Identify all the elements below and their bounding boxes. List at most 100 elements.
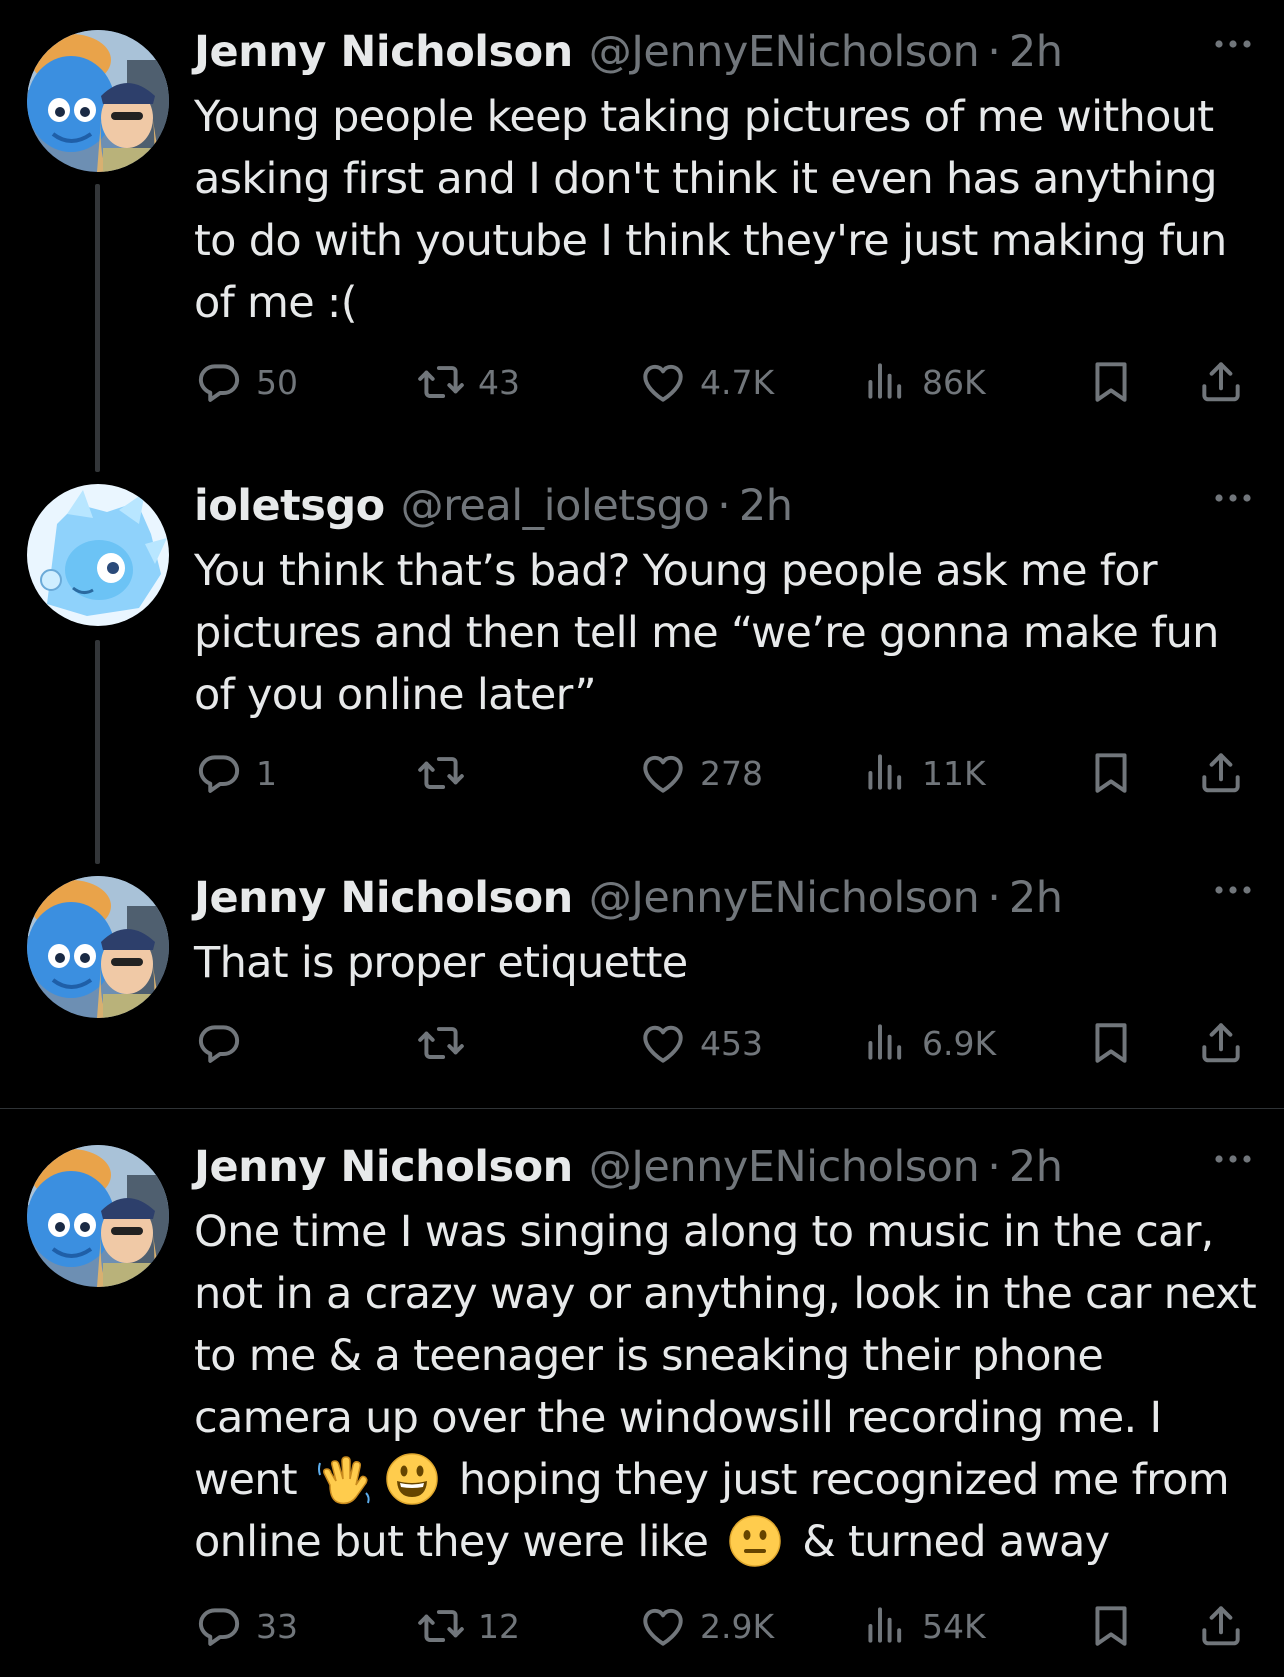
reply-button[interactable]: 1 [194,746,277,800]
bookmark-button[interactable] [1086,355,1136,409]
tweet[interactable]: ioletsgo @real_ioletsgo · 2h You think t… [0,450,1284,850]
separator-dot: · [717,481,731,531]
user-handle[interactable]: @JennyENicholson [589,1142,980,1192]
display-name[interactable]: Jenny Nicholson [194,27,573,77]
text-line: not in a crazy way or anything, look in … [194,1269,1257,1319]
share-button[interactable] [1196,355,1246,409]
views-chart-icon [860,1018,910,1068]
avatar[interactable] [27,30,169,172]
tweet[interactable]: Jenny Nicholson @JennyENicholson · 2h On… [0,1109,1284,1677]
views-chart-icon [860,1601,910,1651]
more-dots-icon[interactable] [1212,486,1254,510]
neutral-face-emoji [727,1513,783,1569]
separator-dot: · [987,27,1001,77]
view-count: 6.9K [922,1023,997,1063]
display-name[interactable]: ioletsgo [194,481,385,531]
views-button[interactable]: 86K [860,355,986,409]
text-line: online but they were like & turned away [194,1511,1272,1573]
tweet-header: Jenny Nicholson @JennyENicholson · 2h [194,1139,1260,1195]
timestamp[interactable]: 2h [1009,873,1063,923]
timestamp[interactable]: 2h [1009,27,1063,77]
retweet-button[interactable]: 12 [416,1599,520,1653]
tweet-text: Young people keep taking pictures of me … [194,92,1227,328]
bookmark-icon [1086,1018,1136,1068]
reply-count: 50 [256,362,298,402]
action-bar: 50 43 4.7K 86K [194,355,1264,409]
text-fragment: online but they were like [194,1517,709,1567]
share-icon [1196,1601,1246,1651]
user-handle[interactable]: @real_ioletsgo [401,481,710,531]
views-button[interactable]: 6.9K [860,1016,996,1070]
views-button[interactable]: 11K [860,746,986,800]
display-name[interactable]: Jenny Nicholson [194,1142,573,1192]
grinning-face-emoji [384,1451,440,1507]
avatar[interactable] [27,876,169,1018]
views-button[interactable]: 54K [860,1599,986,1653]
reply-count: 33 [256,1606,298,1646]
heart-icon [638,357,688,407]
share-button[interactable] [1196,1599,1246,1653]
text-fragment: hoping they just recognized me from [458,1455,1230,1505]
like-count: 453 [700,1023,763,1063]
more-dots-icon[interactable] [1212,1147,1254,1171]
reply-button[interactable]: 50 [194,355,298,409]
reply-button[interactable] [194,1016,256,1070]
timestamp[interactable]: 2h [739,481,793,531]
separator-dot: · [987,1142,1001,1192]
tweet-header: Jenny Nicholson @JennyENicholson · 2h [194,24,1260,80]
tweet[interactable]: Jenny Nicholson @JennyENicholson · 2h Th… [0,850,1284,1108]
retweet-icon [416,1018,466,1068]
like-button[interactable]: 278 [638,746,763,800]
reply-icon [194,357,244,407]
tweet-text: That is proper etiquette [194,938,688,988]
waving-hand-emoji [316,1451,372,1507]
like-button[interactable]: 453 [638,1016,763,1070]
bookmark-icon [1086,748,1136,798]
view-count: 86K [922,362,986,402]
text-line: to me & a teenager is sneaking their pho… [194,1331,1104,1381]
retweet-button[interactable] [416,1016,478,1070]
like-button[interactable]: 2.9K [638,1599,774,1653]
tweet-text: One time I was singing along to music in… [194,1201,1272,1573]
bookmark-button[interactable] [1086,1599,1136,1653]
share-button[interactable] [1196,1016,1246,1070]
text-fragment: went [194,1455,298,1505]
reply-count: 1 [256,753,277,793]
tweet[interactable]: Jenny Nicholson @JennyENicholson · 2h Yo… [0,0,1284,450]
view-count: 54K [922,1606,986,1646]
bookmark-button[interactable] [1086,1016,1136,1070]
timestamp[interactable]: 2h [1009,1142,1063,1192]
action-bar: 1 278 11K [194,746,1264,800]
share-icon [1196,748,1246,798]
reply-button[interactable]: 33 [194,1599,298,1653]
reply-icon [194,1601,244,1651]
bookmark-button[interactable] [1086,746,1136,800]
action-bar: 33 12 2.9K 54K [194,1599,1264,1653]
user-handle[interactable]: @JennyENicholson [589,27,980,77]
share-button[interactable] [1196,746,1246,800]
retweet-count: 43 [478,362,520,402]
bookmark-icon [1086,357,1136,407]
retweet-icon [416,748,466,798]
more-dots-icon[interactable] [1212,32,1254,56]
tweet-header: ioletsgo @real_ioletsgo · 2h [194,478,1260,534]
text-fragment: & turned away [802,1517,1110,1567]
views-chart-icon [860,748,910,798]
reply-icon [194,748,244,798]
display-name[interactable]: Jenny Nicholson [194,873,573,923]
action-bar: 453 6.9K [194,1016,1264,1070]
tweet-text: You think that’s bad? Young people ask m… [194,546,1219,720]
retweet-button[interactable] [416,746,478,800]
like-button[interactable]: 4.7K [638,355,774,409]
heart-icon [638,1018,688,1068]
avatar[interactable] [27,1145,169,1287]
heart-icon [638,1601,688,1651]
retweet-icon [416,357,466,407]
share-icon [1196,1018,1246,1068]
user-handle[interactable]: @JennyENicholson [589,873,980,923]
more-dots-icon[interactable] [1212,878,1254,902]
avatar[interactable] [27,484,169,626]
heart-icon [638,748,688,798]
tweet-header: Jenny Nicholson @JennyENicholson · 2h [194,870,1260,926]
retweet-button[interactable]: 43 [416,355,520,409]
